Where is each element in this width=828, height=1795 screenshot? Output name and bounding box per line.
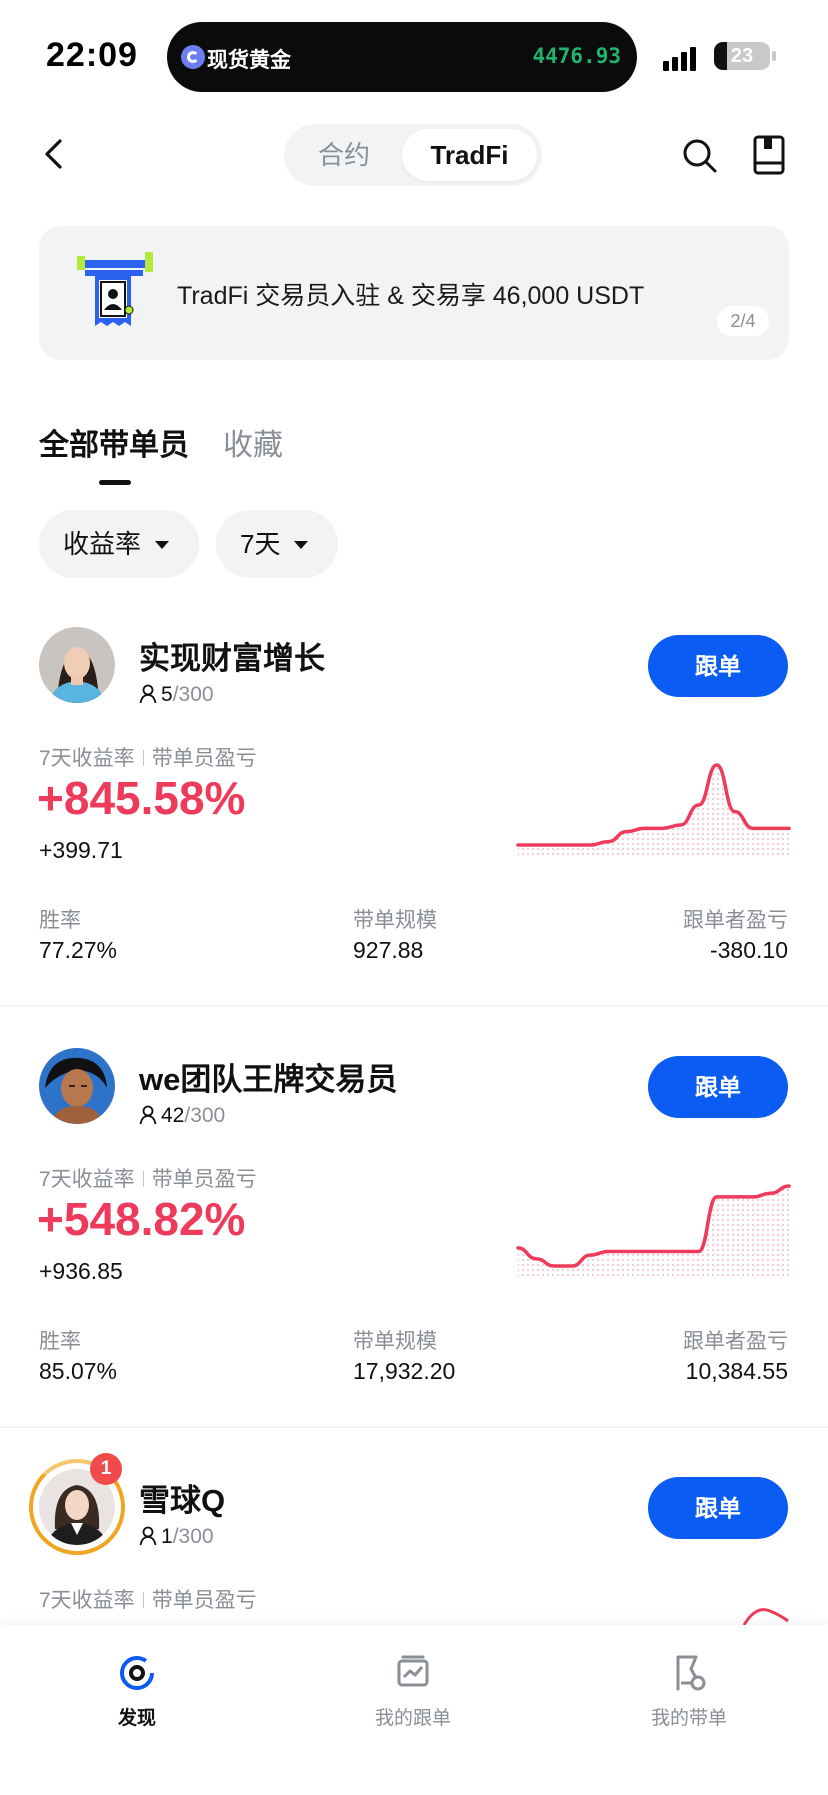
battery-level: 23 [730, 45, 754, 67]
person-icon [139, 684, 157, 704]
follower-count: 5/300 [139, 683, 214, 707]
follower-current: 5 [161, 683, 173, 706]
roi-period-label: 7天收益率 [39, 1589, 135, 1612]
copy-trade-button[interactable]: 跟单 [648, 1056, 788, 1118]
live-activity-value: 4476.93 [532, 44, 621, 68]
pnl-label: 带单员盈亏 [151, 747, 257, 770]
status-time: 22:09 [46, 36, 138, 74]
pnl-value: +936.85 [39, 1258, 123, 1284]
card-divider [0, 1005, 828, 1007]
follower-count: 1/300 [139, 1525, 214, 1549]
copy-trade-button[interactable]: 跟单 [648, 635, 788, 697]
sparkline-area [518, 765, 789, 857]
cellular-signal-icon [663, 45, 703, 71]
trader-card[interactable]: 实现财富增长 5/300 跟单 7天收益率 带单员盈亏 +845.58% +399… [0, 627, 828, 1047]
caret-down-icon [294, 541, 308, 549]
follower-current: 42 [161, 1104, 185, 1127]
market-segmented-control: 合约 TradFi [284, 124, 542, 186]
header: 合约 TradFi [0, 110, 828, 200]
card-divider [0, 1426, 828, 1428]
follower-cap: /300 [172, 1525, 214, 1548]
my-lead-icon [676, 1655, 706, 1691]
roi-sparkline-partial [742, 1608, 789, 1625]
roi-period-label: 7天收益率 [39, 747, 135, 770]
sort-filter-label: 收益率 [63, 529, 142, 559]
notification-badge: 1 [90, 1453, 122, 1485]
trader-name: 雪球Q [139, 1483, 226, 1518]
person-icon [139, 1526, 157, 1546]
avatar [39, 627, 115, 703]
roi-value: +845.58% [37, 772, 246, 824]
search-icon[interactable] [680, 136, 720, 176]
metric-label: 7天收益率 带单员盈亏 [39, 742, 257, 772]
battery-cap [772, 51, 776, 61]
banner-text: TradFi 交易员入驻 & 交易享 46,000 USDT [177, 282, 645, 310]
roi-sparkline [516, 763, 791, 857]
discover-icon [120, 1656, 154, 1690]
aum-value: 927.88 [353, 937, 424, 963]
win-rate-label: 胜率 [39, 909, 81, 932]
bottom-navigation: 发现 我的跟单 我的带单 [0, 1625, 828, 1795]
metric-label: 7天收益率 带单员盈亏 [39, 1163, 257, 1193]
follower-current: 1 [161, 1525, 173, 1548]
notebook-icon[interactable] [752, 134, 786, 176]
nav-discover-label: 发现 [117, 1708, 156, 1729]
roi-period-label: 7天收益率 [39, 1168, 135, 1191]
win-rate-value: 85.07% [39, 1358, 118, 1384]
win-rate-value: 77.27% [39, 937, 118, 963]
follower-pnl-value: -380.10 [709, 937, 788, 963]
active-tab-indicator [99, 480, 131, 485]
caret-down-icon [155, 541, 169, 549]
label-separator [142, 1171, 144, 1187]
label-separator [142, 1592, 144, 1608]
status-bar: 22:09 现货黄金 4476.93 23 [0, 0, 828, 110]
aum-label: 带单规模 [353, 1330, 437, 1353]
battery-icon: 23 [714, 42, 770, 70]
metric-label: 7天收益率 带单员盈亏 [39, 1584, 257, 1614]
follower-count: 42/300 [139, 1104, 225, 1128]
win-rate-label: 胜率 [39, 1330, 81, 1353]
back-arrow-icon[interactable] [38, 136, 74, 172]
trader-card[interactable]: 1 雪球Q 1/300 跟单 7天收益率 带单员盈亏 [0, 1453, 828, 1625]
pnl-label: 带单员盈亏 [151, 1168, 257, 1191]
label-separator [142, 750, 144, 766]
pnl-label: 带单员盈亏 [151, 1589, 257, 1612]
tab-tradfi[interactable]: TradFi [402, 129, 537, 181]
nav-my-lead-label: 我的带单 [650, 1708, 727, 1729]
trader-name: we团队王牌交易员 [139, 1062, 398, 1097]
aum-value: 17,932.20 [353, 1358, 456, 1384]
copy-trade-button[interactable]: 跟单 [648, 1477, 788, 1539]
follower-cap: /300 [172, 683, 214, 706]
roi-sparkline [516, 1184, 791, 1278]
pnl-value: +399.71 [39, 837, 123, 863]
my-copy-icon [397, 1655, 429, 1687]
person-icon [139, 1105, 157, 1125]
roi-value: +548.82% [37, 1193, 246, 1245]
gold-app-icon [181, 45, 205, 69]
sort-filter-dropdown[interactable]: 收益率 [39, 510, 199, 578]
follower-pnl-value: 10,384.55 [685, 1358, 788, 1384]
trader-card[interactable]: we团队王牌交易员 42/300 跟单 7天收益率 带单员盈亏 +548.82% … [0, 1048, 828, 1468]
live-activity-island[interactable]: 现货黄金 4476.93 [167, 22, 637, 92]
tab-all-traders[interactable]: 全部带单员 [39, 420, 189, 464]
nav-my-copy-trades[interactable]: 我的跟单 [333, 1653, 493, 1730]
period-filter-dropdown[interactable]: 7天 [216, 510, 338, 578]
banner-pager: 2/4 [717, 306, 769, 336]
nav-discover[interactable]: 发现 [57, 1653, 217, 1730]
follower-pnl-label: 跟单者盈亏 [683, 909, 788, 932]
promo-banner[interactable]: TradFi 交易员入驻 & 交易享 46,000 USDT 2/4 [39, 226, 789, 360]
sparkline-area [518, 1186, 789, 1278]
nav-my-lead-trades[interactable]: 我的带单 [609, 1653, 769, 1730]
follower-cap: /300 [184, 1104, 226, 1127]
trader-recruit-icon [77, 252, 153, 326]
trader-name: 实现财富增长 [139, 641, 325, 676]
follower-pnl-label: 跟单者盈亏 [683, 1330, 788, 1353]
tab-contract[interactable]: 合约 [289, 129, 399, 181]
nav-my-copy-label: 我的跟单 [374, 1708, 451, 1729]
period-filter-label: 7天 [240, 529, 281, 559]
live-activity-label: 现货黄金 [207, 49, 291, 72]
tab-favorites[interactable]: 收藏 [223, 420, 283, 464]
avatar [39, 1048, 115, 1124]
aum-label: 带单规模 [353, 909, 437, 932]
